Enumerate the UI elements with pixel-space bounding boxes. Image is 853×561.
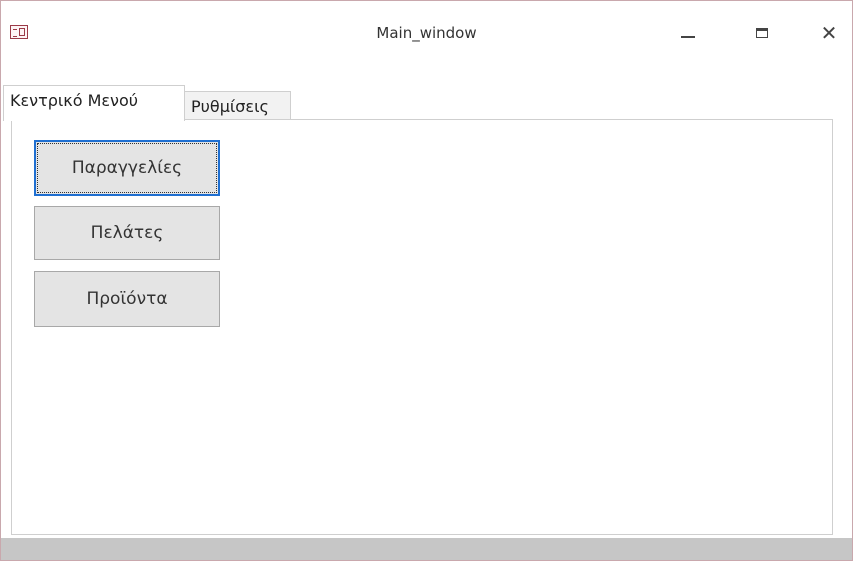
maximize-icon xyxy=(756,28,768,38)
maximize-button[interactable] xyxy=(739,15,785,51)
form-icon[interactable] xyxy=(10,25,28,39)
tab-main-menu[interactable]: Κεντρικό Μενού xyxy=(3,85,185,121)
title-bar: Main_window ✕ xyxy=(1,1,852,61)
minimize-icon xyxy=(681,36,695,38)
close-icon: ✕ xyxy=(820,21,838,45)
window-title: Main_window xyxy=(376,24,477,42)
customers-button[interactable]: Πελάτες xyxy=(34,206,220,260)
status-bar xyxy=(1,538,852,560)
tab-settings[interactable]: Ρυθμίσεις xyxy=(185,91,291,121)
tab-panel: Παραγγελίες Πελάτες Προϊόντα xyxy=(11,119,833,535)
minimize-button[interactable] xyxy=(665,15,711,51)
main-window: Main_window ✕ Κεντρικό Μενού Ρυθμίσεις Π… xyxy=(0,0,853,561)
products-button[interactable]: Προϊόντα xyxy=(34,271,220,327)
close-button[interactable]: ✕ xyxy=(806,15,852,51)
orders-button[interactable]: Παραγγελίες xyxy=(34,140,220,196)
